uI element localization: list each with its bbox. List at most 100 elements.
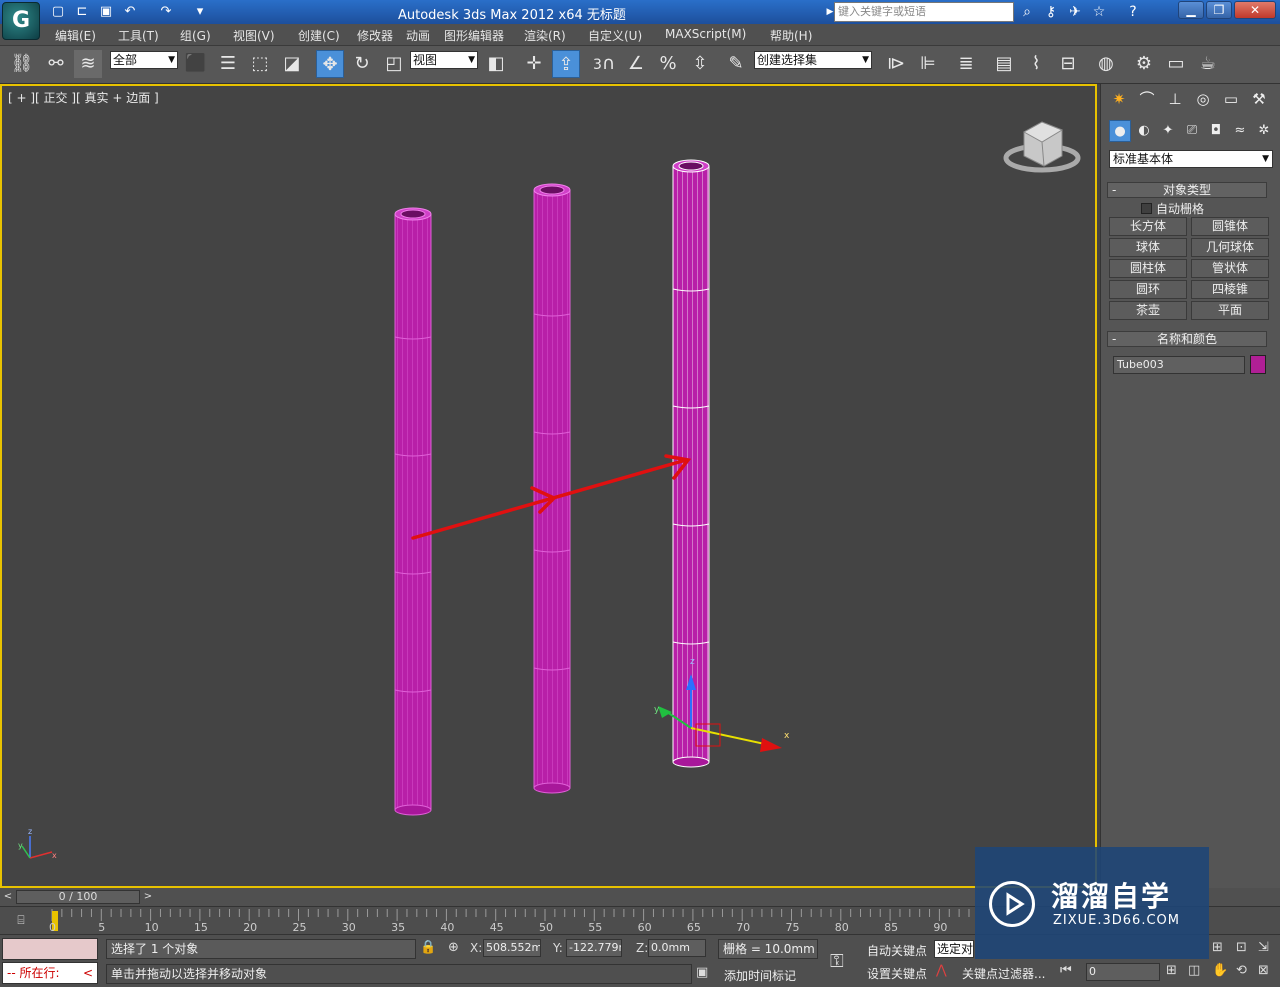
snaps-toggle-icon[interactable]: 3∩: [590, 50, 618, 78]
menu-animation[interactable]: 动画: [406, 27, 430, 44]
geosphere-button[interactable]: 几何球体: [1191, 238, 1269, 257]
layer-manager-icon[interactable]: ≣: [952, 50, 980, 78]
utilities-tab-icon[interactable]: ⚒: [1247, 88, 1271, 110]
field-of-view-icon[interactable]: ◫: [1188, 963, 1200, 978]
shapes-category-icon[interactable]: ◐: [1133, 120, 1155, 142]
menu-create[interactable]: 创建(C): [298, 27, 340, 44]
selection-filter-dropdown[interactable]: 全部 ▼: [110, 51, 178, 69]
box-button[interactable]: 长方体: [1109, 217, 1187, 236]
curve-icon[interactable]: ⋀: [936, 963, 947, 978]
cameras-category-icon[interactable]: ⎚: [1181, 120, 1203, 142]
pyramid-button[interactable]: 四棱锥: [1191, 280, 1269, 299]
y-coordinate-field[interactable]: -122.779m: [566, 939, 622, 957]
systems-category-icon[interactable]: ✲: [1253, 120, 1275, 142]
select-and-rotate-icon[interactable]: ↻: [348, 50, 376, 78]
create-tab-icon[interactable]: ✷: [1107, 88, 1131, 110]
subscription-icon[interactable]: ⚷: [1040, 2, 1062, 22]
checkbox-box[interactable]: [1141, 203, 1152, 214]
autogrid-checkbox[interactable]: 自动栅格: [1141, 200, 1204, 217]
manipulate-icon[interactable]: ✛: [520, 50, 548, 78]
torus-button[interactable]: 圆环: [1109, 280, 1187, 299]
mirror-icon[interactable]: ⧐: [882, 50, 910, 78]
rendered-frame-window-icon[interactable]: ▭: [1162, 50, 1190, 78]
key-mode-toggle-icon[interactable]: ⏮: [1060, 963, 1072, 978]
app-menu-logo-icon[interactable]: G: [2, 2, 40, 40]
maxscript-listener-input[interactable]: [2, 938, 98, 960]
name-and-color-rollout-header[interactable]: - 名称和颜色: [1107, 331, 1267, 347]
time-slider-prev-button[interactable]: <: [1, 890, 15, 904]
tube-object-2[interactable]: [533, 183, 571, 794]
orbit-icon[interactable]: ⟲: [1236, 963, 1247, 978]
binoculars-icon[interactable]: ⌕: [1016, 2, 1038, 22]
render-setup-icon[interactable]: ⚙: [1130, 50, 1158, 78]
align-icon[interactable]: ⊫: [914, 50, 942, 78]
viewcube[interactable]: [1003, 121, 1081, 173]
pivot-center-icon[interactable]: ◧: [482, 50, 510, 78]
menu-help[interactable]: 帮助(H): [770, 27, 812, 44]
curve-editor-icon[interactable]: ⌇: [1022, 50, 1050, 78]
menu-customize[interactable]: 自定义(U): [588, 27, 642, 44]
object-color-swatch[interactable]: [1250, 355, 1266, 374]
zoom-extents-all-icon[interactable]: ⊞: [1212, 940, 1223, 955]
modify-tab-icon[interactable]: ⌒: [1135, 88, 1159, 110]
link-icon[interactable]: ⛓: [8, 50, 36, 78]
object-name-input[interactable]: Tube003: [1113, 356, 1245, 374]
object-category-dropdown[interactable]: 标准基本体 ▼: [1109, 150, 1273, 168]
named-selection-sets-dropdown[interactable]: 创建选择集 ▼: [754, 51, 872, 69]
quick-access-dropdown-icon[interactable]: ▾: [190, 3, 210, 21]
lights-category-icon[interactable]: ✦: [1157, 120, 1179, 142]
menu-graph-editors[interactable]: 图形编辑器: [444, 27, 504, 44]
set-key-key-icon[interactable]: ⚿: [830, 951, 844, 972]
add-time-tag-button[interactable]: 添加时间标记: [724, 967, 796, 984]
select-and-move-icon[interactable]: ✥: [316, 50, 344, 78]
render-production-teapot-icon[interactable]: ☕: [1194, 50, 1222, 78]
rectangular-selection-icon[interactable]: ⬚: [246, 50, 274, 78]
favorites-star-icon[interactable]: ☆: [1088, 2, 1110, 22]
schematic-view-icon[interactable]: ⊟: [1054, 50, 1082, 78]
window-crossing-icon[interactable]: ◪: [278, 50, 306, 78]
spinner-snap-icon[interactable]: ⇳: [686, 50, 714, 78]
minimize-button[interactable]: ▁: [1178, 1, 1204, 19]
save-file-icon[interactable]: ▣: [96, 3, 116, 21]
edit-named-selection-icon[interactable]: ✎: [722, 50, 750, 78]
open-file-icon[interactable]: ⊏: [72, 3, 92, 21]
menu-tools[interactable]: 工具(T): [118, 27, 159, 44]
space-warps-category-icon[interactable]: ≈: [1229, 120, 1251, 142]
cylinder-button[interactable]: 圆柱体: [1109, 259, 1187, 278]
time-slider-thumb[interactable]: 0 / 100: [16, 890, 140, 904]
percent-snap-icon[interactable]: %: [654, 50, 682, 78]
tube-button[interactable]: 管状体: [1191, 259, 1269, 278]
menu-views[interactable]: 视图(V): [233, 27, 275, 44]
menu-maxscript[interactable]: MAXScript(M): [665, 27, 746, 41]
undo-icon[interactable]: ↶: [120, 3, 140, 21]
key-mode-dropdown[interactable]: 选定对: [934, 940, 974, 958]
maximize-button[interactable]: ❐: [1206, 1, 1232, 19]
absolute-mode-transform-icon[interactable]: ⊕: [448, 940, 459, 955]
material-editor-icon[interactable]: ◍: [1092, 50, 1120, 78]
select-object-icon[interactable]: ⬛: [182, 50, 210, 78]
bind-space-warp-icon[interactable]: ≋: [74, 50, 102, 78]
sphere-button[interactable]: 球体: [1109, 238, 1187, 257]
perspective-viewport[interactable]: [ + ][ 正交 ][ 真实 + 边面 ] z x y z x y: [0, 84, 1097, 888]
chevron-left-icon[interactable]: <: [83, 963, 93, 983]
key-filters-button[interactable]: 关键点过滤器...: [962, 965, 1045, 982]
close-button[interactable]: ✕: [1234, 1, 1276, 19]
geometry-category-icon[interactable]: ●: [1109, 120, 1131, 142]
menu-rendering[interactable]: 渲染(R): [524, 27, 566, 44]
zoom-extents-selected-icon[interactable]: ⊡: [1236, 940, 1247, 955]
help-search-input[interactable]: 键入关键字或短语: [834, 2, 1014, 22]
new-file-icon[interactable]: ▢: [48, 3, 68, 21]
reference-coordinate-dropdown[interactable]: 视图 ▼: [410, 51, 478, 69]
redo-icon[interactable]: ↷: [156, 3, 176, 21]
current-frame-field[interactable]: 0: [1086, 963, 1160, 981]
unlink-icon[interactable]: ⚯: [42, 50, 70, 78]
maximize-viewport-icon[interactable]: ⇲: [1258, 940, 1269, 955]
help-icon[interactable]: ?: [1122, 2, 1144, 22]
display-tab-icon[interactable]: ▭: [1219, 88, 1243, 110]
hierarchy-tab-icon[interactable]: ⊥: [1163, 88, 1187, 110]
time-slider-next-button[interactable]: >: [141, 890, 155, 904]
selection-lock-icon[interactable]: 🔒: [420, 940, 436, 955]
object-type-rollout-header[interactable]: - 对象类型: [1107, 182, 1267, 198]
tube-object-1[interactable]: [394, 207, 432, 816]
select-and-scale-icon[interactable]: ◰: [380, 50, 408, 78]
